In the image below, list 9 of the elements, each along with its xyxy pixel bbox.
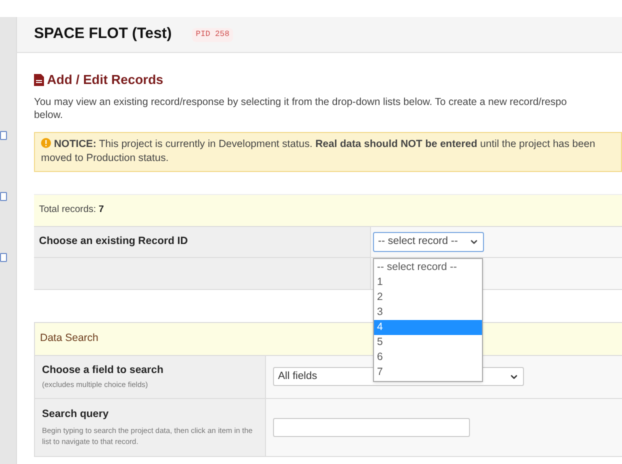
section-title: Add / Edit Records <box>47 71 164 89</box>
field-label: Search query <box>42 407 110 422</box>
project-title: SPACE FLOT (Test) <box>34 24 172 44</box>
intro-text: You may view an existing record/response by selecting it from the drop-down lists below. To create a new record/respo below. <box>34 96 568 122</box>
total-records-text: Total records: 7 <box>39 202 104 217</box>
table-cell: Choose an existing Record ID <box>34 226 371 256</box>
field-label: Choose a field to search <box>42 363 164 378</box>
notice-banner: NOTICE: This project is currently in Development status. Real data should NOT be entered until the project has been moved to Production status. <box>34 132 622 172</box>
pid-badge: PID 258 <box>192 28 234 42</box>
